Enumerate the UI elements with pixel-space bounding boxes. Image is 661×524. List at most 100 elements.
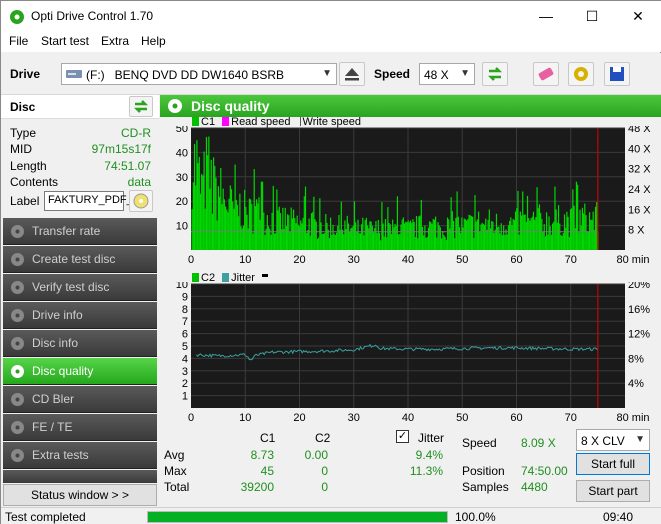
nav-disc-info[interactable]: Disc info [3,330,157,357]
c1-bar [432,218,434,250]
c1-bar [203,151,205,250]
c1-bar [210,159,212,250]
drive-select[interactable]: (F:) BENQ DVD DD DW1640 BSRB ▼ [61,63,337,85]
c1-bar [427,227,430,250]
legend-marker [262,274,269,277]
title-bar: Opti Drive Control 1.70 — ☐ ✕ [1,1,661,32]
c1-bar [320,222,322,250]
status-window-button[interactable]: Status window > > [3,484,157,506]
c1-bar [418,216,420,250]
c1-bar [337,225,339,250]
menu-extra[interactable]: Extra [101,34,129,48]
c1-bar [358,233,360,250]
c1-bar [392,219,394,250]
menu-help[interactable]: Help [141,34,166,48]
jitter-swatch [222,273,230,282]
c1-bar [468,214,470,250]
c1-bar [245,206,247,250]
c1-bar [258,197,260,250]
c1-bar [505,229,507,250]
c1-bar [412,219,414,250]
speed-select[interactable]: 48 X ▼ [419,63,475,85]
length-label: Length [10,159,47,173]
nav-create-test-disc[interactable]: Create test disc [3,246,157,273]
c1-bar [217,186,219,250]
c1-bar [592,211,594,250]
x-tick-label: 30 [348,412,360,424]
c1-bar [372,232,375,250]
start-full-button[interactable]: Start full [576,453,650,475]
c1-bar [344,220,346,250]
eject-button[interactable] [339,62,365,86]
nav-extra-tests[interactable]: Extra tests [3,442,157,469]
c1-bar [192,182,194,250]
settings-button[interactable] [568,62,594,86]
nav-verify-test-disc[interactable]: Verify test disc [3,274,157,301]
c1-bar [369,221,371,250]
c1-bar [426,236,428,250]
label-edit-button[interactable] [129,190,153,212]
c2-jitter-chart: 123456789100 10 20 30 40 50 60 70 80 min4%8%12%1… [176,282,650,424]
save-button[interactable] [604,62,630,86]
nav-disc-quality[interactable]: Disc quality [3,358,157,385]
c1-bar [425,237,427,250]
c1-bar [437,222,439,250]
left-panel: Disc Type CD-R MID 97m15s17f Length 74:5… [1,95,159,507]
c1-bar [486,229,488,250]
c1-bar [565,227,567,250]
c1-bar [500,223,502,250]
c1-bar [561,235,563,250]
y-tick-label: 20 [176,196,188,208]
c1-bar [208,136,210,250]
c1-bar [494,229,496,250]
nav-cd-bler[interactable]: CD Bler [3,386,157,413]
max-c1: 45 [260,464,274,478]
nav-transfer-rate[interactable]: Transfer rate [3,218,157,245]
c1-bar [554,186,556,250]
c1-bar [588,212,591,250]
c1-bar [499,233,501,250]
refresh-speed-button[interactable] [482,62,508,86]
jitter-checkbox[interactable]: ✓ [396,430,409,443]
refresh-icon [133,100,149,113]
close-button[interactable]: ✕ [615,1,661,32]
c1-bar [466,220,468,250]
c1-bar [393,227,395,250]
c1-bar [457,216,459,250]
y2-tick-label: 40 X [628,143,651,155]
c1-bar [304,186,307,250]
c1-bar [205,136,208,250]
c1-bar [529,220,531,250]
c1-bar [464,219,467,250]
maximize-button[interactable]: ☐ [569,1,615,32]
c1-bar [213,157,215,250]
nav-drive-info[interactable]: Drive info [3,302,157,329]
c1-bar [202,175,204,250]
c1-swatch [192,117,199,126]
minimize-button[interactable]: — [523,1,569,32]
avg-c2: 0.00 [304,448,328,462]
c1-bar [386,237,388,250]
erase-button[interactable] [533,62,559,86]
c1-bar [483,224,486,250]
elapsed-time: 09:40 [603,510,634,524]
c1-bar [408,222,410,250]
disc-icon [11,365,24,378]
label-input[interactable]: FAKTURY_PDF_ [44,191,133,211]
progress-fill [148,512,447,522]
c1-bar [252,233,254,250]
nav-fe-te[interactable]: FE / TE [3,414,157,441]
test-speed-select[interactable]: 8 X CLV ▼ [576,429,650,451]
start-part-button[interactable]: Start part [576,480,650,502]
menu-file[interactable]: File [9,34,28,48]
menu-start-test[interactable]: Start test [41,34,89,48]
disc-icon [11,337,24,350]
disc-refresh-button[interactable] [129,96,153,117]
x-tick-label: 10 [239,412,251,424]
disc-icon [11,281,24,294]
c1-bar [298,226,301,250]
c1-bar [334,235,336,250]
samples-value: 4480 [521,480,548,494]
samples-label: Samples [462,480,509,494]
c1-bar [321,233,323,250]
